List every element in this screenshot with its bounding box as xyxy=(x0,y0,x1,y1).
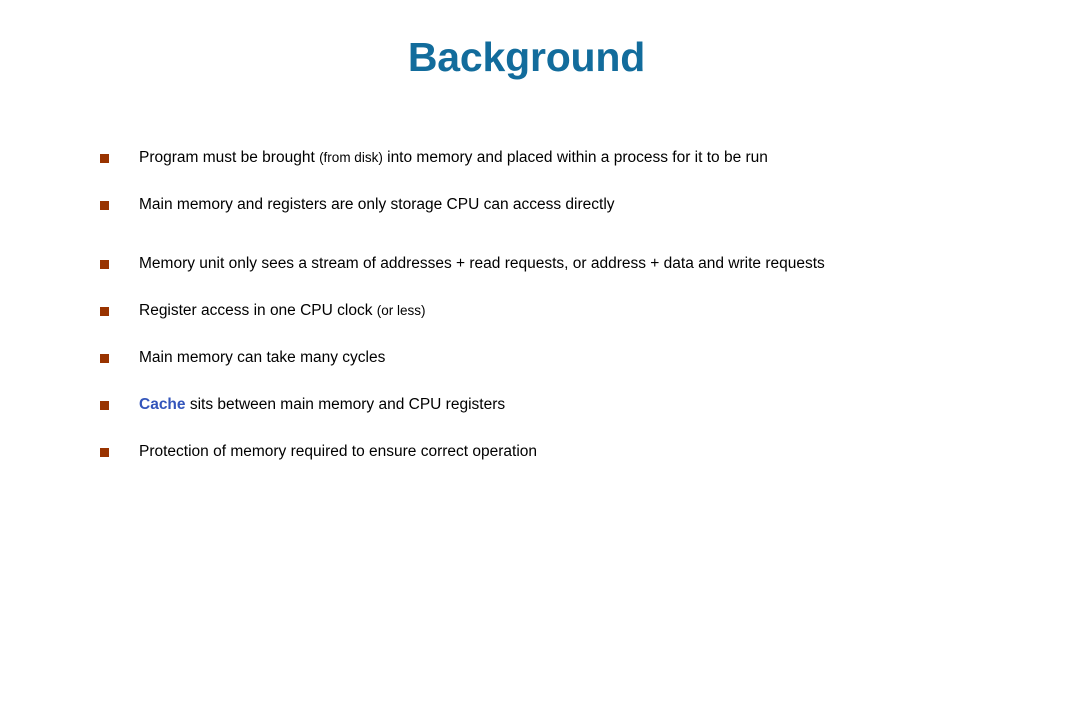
bullet-text-span: Memory unit only sees a stream of addres… xyxy=(139,255,825,272)
bullet-item-label: Memory unit only sees a stream of addres… xyxy=(139,254,1040,274)
page-title: Background xyxy=(407,34,646,80)
square-bullet-icon xyxy=(100,354,109,363)
bullet-item-program-brought-into-memory: Program must be brought (from disk) into… xyxy=(100,148,1040,168)
bullet-item-label: Register access in one CPU clock (or les… xyxy=(139,301,1040,321)
bullet-item-label: Protection of memory required to ensure … xyxy=(139,442,1040,462)
bullet-item-register-access-one-cpu-clock: Register access in one CPU clock (or les… xyxy=(100,301,1040,321)
highlighted-term: Cache xyxy=(139,396,186,413)
bullet-item-protection-of-memory: Protection of memory required to ensure … xyxy=(100,442,1040,462)
square-bullet-icon xyxy=(100,401,109,410)
bullet-text-span: sits between main memory and CPU registe… xyxy=(185,396,506,413)
bullet-item-main-memory-registers-direct-access: Main memory and registers are only stora… xyxy=(100,195,1040,215)
square-bullet-icon xyxy=(100,448,109,457)
bullet-text-span: Protection of memory required to ensure … xyxy=(139,443,538,460)
bullet-item-label: Cache sits between main memory and CPU r… xyxy=(139,395,1040,415)
bullet-text-span: Main memory and registers are only stora… xyxy=(139,196,615,213)
bullet-item-label: Program must be brought (from disk) into… xyxy=(139,148,1040,168)
square-bullet-icon xyxy=(100,260,109,269)
bullet-text-span: Program must be brought xyxy=(139,149,320,166)
bullet-text-span: Main memory can take many cycles xyxy=(139,349,386,366)
bullet-annotation: (or less) xyxy=(376,303,426,318)
square-bullet-icon xyxy=(100,154,109,163)
bullet-text-span: into memory and placed within a process … xyxy=(382,149,768,166)
bullet-item-label: Main memory and registers are only stora… xyxy=(139,195,1040,215)
square-bullet-icon xyxy=(100,307,109,316)
bullet-item-memory-unit-stream-of-addresses: Memory unit only sees a stream of addres… xyxy=(100,254,1040,274)
square-bullet-icon xyxy=(100,201,109,210)
bullet-text-span: Register access in one CPU clock xyxy=(139,302,377,319)
bullet-item-cache-sits-between: Cache sits between main memory and CPU r… xyxy=(100,395,1040,415)
bullet-annotation: (from disk) xyxy=(319,150,383,165)
slide-canvas: Background Program must be brought (from… xyxy=(0,0,1080,720)
bullet-item-main-memory-many-cycles: Main memory can take many cycles xyxy=(100,348,1040,368)
bullet-item-label: Main memory can take many cycles xyxy=(139,348,1040,368)
bullet-list: Program must be brought (from disk) into… xyxy=(100,148,1040,462)
